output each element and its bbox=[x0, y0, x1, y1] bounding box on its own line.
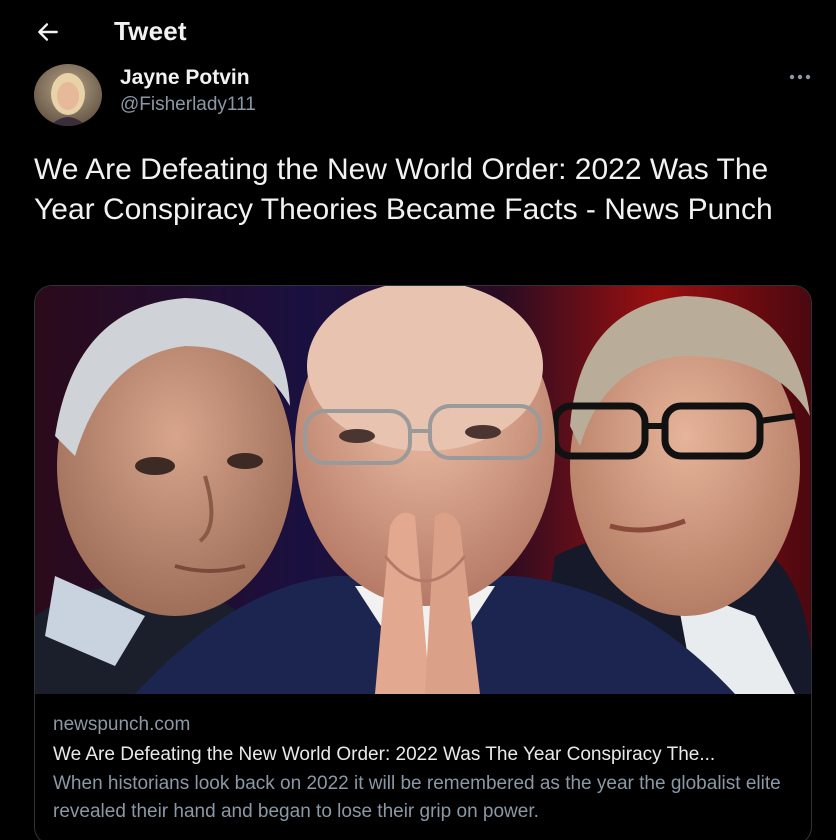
page-title: Tweet bbox=[114, 16, 187, 46]
author-handle[interactable]: @Fisherlady111 bbox=[120, 94, 256, 116]
top-bar: Tweet bbox=[0, 0, 836, 62]
more-button[interactable] bbox=[782, 64, 818, 90]
back-button[interactable] bbox=[30, 14, 66, 50]
arrow-left-icon bbox=[38, 23, 58, 41]
more-horizontal-icon bbox=[789, 74, 811, 80]
avatar[interactable] bbox=[34, 64, 102, 126]
link-card-image bbox=[35, 286, 811, 694]
link-card-title: We Are Defeating the New World Order: 20… bbox=[53, 744, 716, 765]
link-card-domain: newspunch.com bbox=[53, 714, 191, 735]
link-card-meta: newspunch.com We Are Defeating the New W… bbox=[53, 710, 793, 826]
tweet-text: We Are Defeating the New World Order: 20… bbox=[34, 153, 773, 226]
link-card[interactable]: newspunch.com We Are Defeating the New W… bbox=[34, 285, 812, 840]
link-card-description: When historians look back on 2022 it wil… bbox=[53, 773, 781, 822]
author-name[interactable]: Jayne Potvin bbox=[120, 66, 250, 90]
